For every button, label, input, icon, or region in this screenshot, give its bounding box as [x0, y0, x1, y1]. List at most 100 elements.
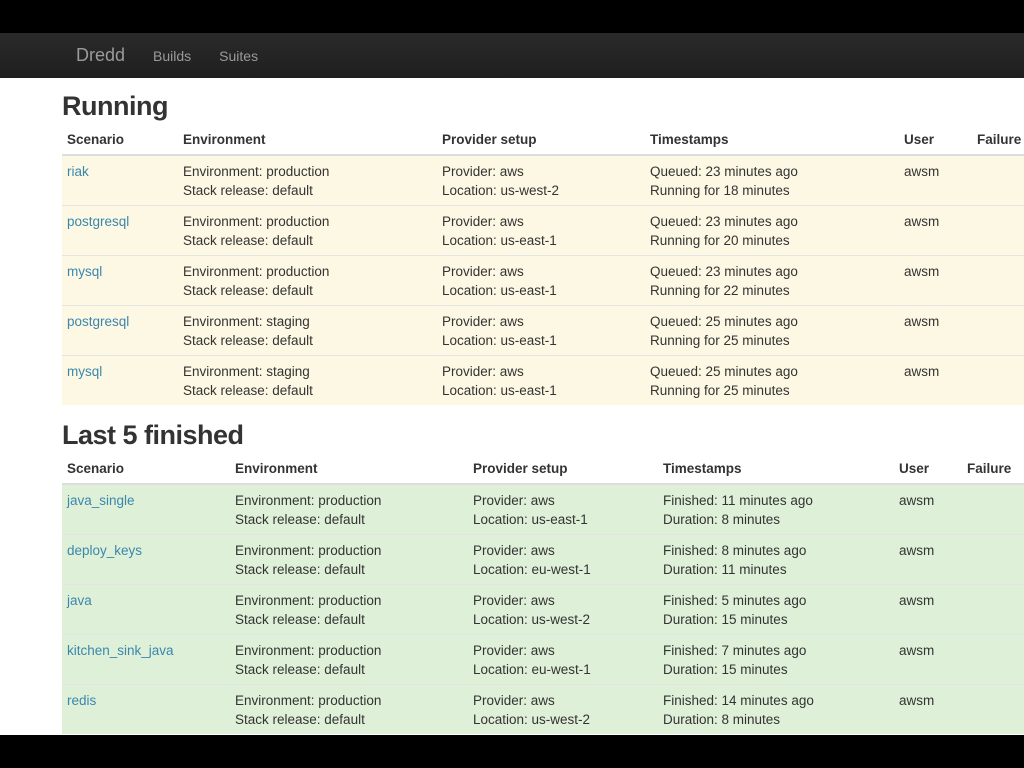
timestamps-cell: Queued: 23 minutes ago Running for 22 min… [645, 255, 899, 306]
scenario-cell: riak [62, 154, 178, 206]
failure-cell [972, 154, 1024, 206]
user-cell: awsm [894, 584, 962, 635]
timestamp-secondary: Duration: 8 minutes [663, 512, 781, 527]
location-text: Location: us-east-1 [442, 383, 557, 398]
timestamp-primary: Finished: 8 minutes ago [663, 543, 807, 558]
header-scenario: Scenario [62, 124, 178, 156]
scenario-link[interactable]: mysql [67, 364, 102, 379]
scenario-cell: java [62, 584, 230, 635]
timestamps-cell: Queued: 23 minutes ago Running for 20 min… [645, 205, 899, 256]
header-user: User [894, 453, 962, 485]
user-cell: awsm [894, 483, 962, 535]
running-header-row: Scenario Environment Provider setup Time… [62, 124, 1024, 156]
environment-cell: Environment: production Stack release: de… [230, 534, 468, 585]
location-text: Location: us-east-1 [442, 333, 557, 348]
user-cell: awsm [899, 205, 972, 256]
table-row: redis Environment: production Stack releas… [62, 684, 1024, 734]
timestamp-secondary: Duration: 15 minutes [663, 662, 788, 677]
scenario-link[interactable]: riak [67, 164, 89, 179]
scenario-link[interactable]: deploy_keys [67, 543, 142, 558]
running-title: Running [62, 91, 168, 121]
failure-cell [962, 534, 1024, 585]
environment-text: Environment: production [183, 264, 330, 279]
header-scenario: Scenario [62, 453, 230, 485]
scenario-cell: java_single [62, 483, 230, 535]
failure-cell [962, 584, 1024, 635]
header-failure: Failure [962, 453, 1024, 485]
timestamp-primary: Finished: 14 minutes ago [663, 693, 814, 708]
scenario-cell: deploy_keys [62, 534, 230, 585]
table-row: mysql Environment: staging Stack release: … [62, 355, 1024, 405]
nav-suites-link[interactable]: Suites [219, 48, 258, 64]
scenario-cell: mysql [62, 355, 178, 405]
provider-cell: Provider: aws Location: us-east-1 [437, 205, 645, 256]
provider-text: Provider: aws [442, 364, 524, 379]
location-text: Location: eu-west-1 [473, 562, 591, 577]
user-cell: awsm [899, 355, 972, 405]
provider-text: Provider: aws [442, 264, 524, 279]
stack-release-text: Stack release: default [183, 233, 313, 248]
location-text: Location: us-west-2 [442, 183, 560, 198]
timestamp-primary: Queued: 23 minutes ago [650, 264, 798, 279]
timestamp-secondary: Running for 20 minutes [650, 233, 790, 248]
user-cell: awsm [899, 154, 972, 206]
scenario-link[interactable]: java_single [67, 493, 135, 508]
failure-cell [962, 684, 1024, 734]
header-failure: Failure [972, 124, 1024, 156]
header-environment: Environment [230, 453, 468, 485]
failure-cell [972, 355, 1024, 405]
scenario-link[interactable]: java [67, 593, 92, 608]
table-row: postgresql Environment: staging Stack rele… [62, 305, 1024, 356]
environment-cell: Environment: production Stack release: de… [178, 154, 437, 206]
location-text: Location: us-west-2 [473, 612, 591, 627]
environment-text: Environment: production [235, 643, 382, 658]
running-table: Scenario Environment Provider setup Time… [62, 124, 1024, 405]
environment-cell: Environment: production Stack release: de… [178, 255, 437, 306]
location-text: Location: us-east-1 [442, 283, 557, 298]
location-text: Location: us-east-1 [473, 512, 588, 527]
environment-text: Environment: production [183, 164, 330, 179]
table-row: kitchen_sink_java Environment: production… [62, 634, 1024, 685]
timestamp-primary: Queued: 25 minutes ago [650, 364, 798, 379]
navbar: Dredd Builds Suites [0, 33, 1024, 78]
provider-text: Provider: aws [473, 693, 555, 708]
timestamp-primary: Queued: 25 minutes ago [650, 314, 798, 329]
provider-cell: Provider: aws Location: us-west-2 [468, 584, 658, 635]
stack-release-text: Stack release: default [183, 183, 313, 198]
provider-cell: Provider: aws Location: us-east-1 [437, 305, 645, 356]
timestamps-cell: Finished: 5 minutes ago Duration: 15 minu… [658, 584, 894, 635]
provider-text: Provider: aws [473, 593, 555, 608]
finished-table: Scenario Environment Provider setup Time… [62, 453, 1024, 734]
table-row: postgresql Environment: production Stack r… [62, 205, 1024, 256]
scenario-cell: postgresql [62, 305, 178, 356]
provider-text: Provider: aws [442, 214, 524, 229]
finished-title: Last 5 finished [62, 420, 244, 450]
user-cell: awsm [894, 534, 962, 585]
brand-link[interactable]: Dredd [76, 45, 125, 66]
scenario-link[interactable]: postgresql [67, 214, 129, 229]
table-row: java_single Environment: production Stack … [62, 483, 1024, 535]
timestamp-primary: Finished: 11 minutes ago [663, 493, 813, 508]
scenario-link[interactable]: postgresql [67, 314, 129, 329]
environment-cell: Environment: production Stack release: de… [230, 584, 468, 635]
stack-release-text: Stack release: default [183, 383, 313, 398]
environment-cell: Environment: staging Stack release: defau… [178, 305, 437, 356]
timestamps-cell: Queued: 25 minutes ago Running for 25 min… [645, 305, 899, 356]
header-provider-setup: Provider setup [468, 453, 658, 485]
scenario-link[interactable]: redis [67, 693, 96, 708]
scenario-cell: postgresql [62, 205, 178, 256]
timestamp-secondary: Duration: 15 minutes [663, 612, 788, 627]
environment-text: Environment: production [235, 693, 382, 708]
provider-cell: Provider: aws Location: eu-west-1 [468, 634, 658, 685]
scenario-cell: redis [62, 684, 230, 734]
environment-text: Environment: production [235, 493, 382, 508]
timestamp-secondary: Duration: 11 minutes [663, 562, 787, 577]
scenario-link[interactable]: mysql [67, 264, 102, 279]
stack-release-text: Stack release: default [235, 712, 365, 727]
nav-builds-link[interactable]: Builds [153, 48, 191, 64]
user-cell: awsm [899, 255, 972, 306]
scenario-link[interactable]: kitchen_sink_java [67, 643, 174, 658]
environment-cell: Environment: staging Stack release: defau… [178, 355, 437, 405]
user-cell: awsm [899, 305, 972, 356]
environment-cell: Environment: production Stack release: de… [230, 483, 468, 535]
